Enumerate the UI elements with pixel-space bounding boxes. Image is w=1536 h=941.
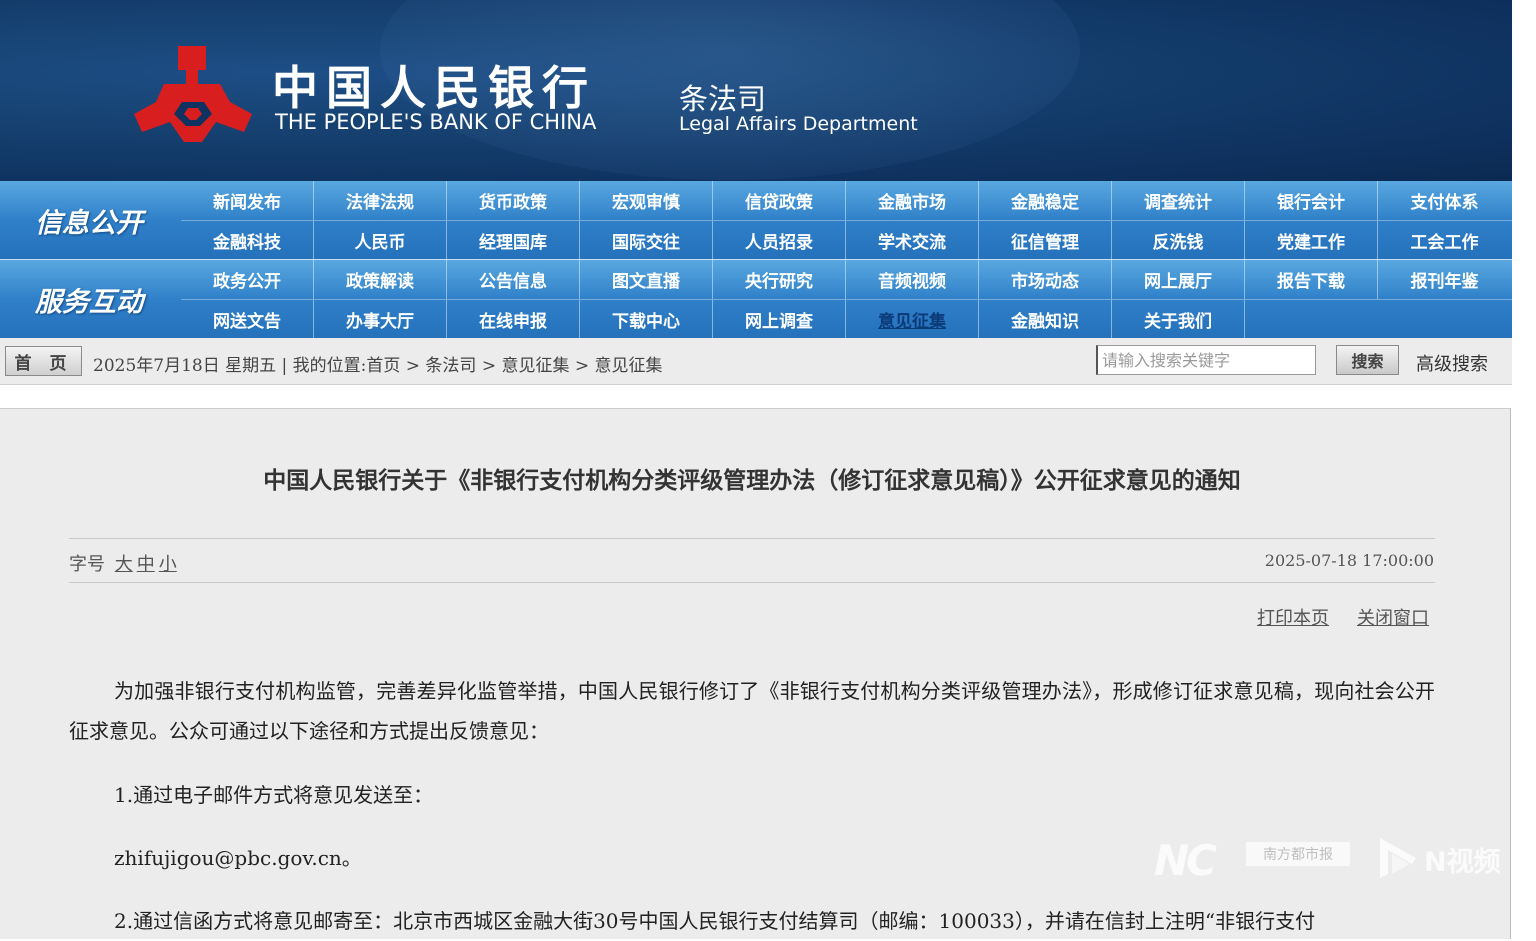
- nav-item[interactable]: 国际交往: [580, 221, 713, 260]
- pbc-logo-icon: [134, 46, 252, 142]
- nav-item[interactable]: 网上展厅: [1112, 260, 1245, 299]
- nav-item[interactable]: 人员招录: [713, 221, 846, 260]
- nav-item[interactable]: 宏观审慎: [580, 181, 713, 220]
- info-disclosure-nav: 信息公开 新闻发布 法律法规 货币政策 宏观审慎 信贷政策 金融市场 金融稳定 …: [0, 181, 1512, 260]
- font-medium-button[interactable]: 中: [137, 554, 155, 575]
- site-header: 中国人民银行 THE PEOPLE'S BANK OF CHINA 条法司 Le…: [0, 0, 1512, 181]
- bank-name-en: THE PEOPLE'S BANK OF CHINA: [275, 110, 597, 134]
- nav-item-empty: [1245, 300, 1378, 339]
- newspaper-label: 南方都市报: [1246, 842, 1350, 866]
- article-paragraph: 2.通过信函方式将意见邮寄至：北京市西城区金融大街30号中国人民银行支付结算司（…: [114, 909, 1316, 933]
- nav-item-active[interactable]: 意见征集: [846, 300, 979, 339]
- nav-item[interactable]: 网送文告: [181, 300, 314, 339]
- dept-name-cn: 条法司: [679, 82, 767, 116]
- video-play-icon: [1380, 838, 1416, 878]
- article-paragraph: 1.通过电子邮件方式将意见发送至：: [114, 783, 434, 807]
- nav-item[interactable]: 学术交流: [846, 221, 979, 260]
- nav-item[interactable]: 金融稳定: [979, 181, 1112, 220]
- nav-item[interactable]: 反洗钱: [1112, 221, 1245, 260]
- bank-name-cn: 中国人民银行: [272, 61, 596, 115]
- publish-date: 2025-07-18 17:00:00: [1264, 551, 1434, 570]
- nav-item[interactable]: 调查统计: [1112, 181, 1245, 220]
- nav-item[interactable]: 征信管理: [979, 221, 1112, 260]
- service-nav-row-1: 政务公开 政策解读 公告信息 图文直播 央行研究 音频视频 市场动态 网上展厅 …: [181, 260, 1512, 299]
- nav-item-empty: [1378, 300, 1511, 339]
- nav-item[interactable]: 政务公开: [181, 260, 314, 299]
- font-small-button[interactable]: 小: [159, 554, 177, 575]
- search-button[interactable]: 搜索: [1336, 345, 1399, 375]
- nav-item[interactable]: 音频视频: [846, 260, 979, 299]
- nav-item[interactable]: 金融科技: [181, 221, 314, 260]
- nav-item[interactable]: 金融知识: [979, 300, 1112, 339]
- nc-logo: NC: [1154, 836, 1217, 885]
- nav-item[interactable]: 图文直播: [580, 260, 713, 299]
- nav-item[interactable]: 经理国库: [447, 221, 580, 260]
- nav-item[interactable]: 办事大厅: [314, 300, 447, 339]
- info-nav-row-1: 新闻发布 法律法规 货币政策 宏观审慎 信贷政策 金融市场 金融稳定 调查统计 …: [181, 181, 1512, 220]
- nav-item[interactable]: 市场动态: [979, 260, 1112, 299]
- nav-item[interactable]: 信贷政策: [713, 181, 846, 220]
- nav-item[interactable]: 新闻发布: [181, 181, 314, 220]
- service-interaction-nav: 服务互动 政务公开 政策解读 公告信息 图文直播 央行研究 音频视频 市场动态 …: [0, 260, 1512, 339]
- nav-item[interactable]: 党建工作: [1245, 221, 1378, 260]
- nav-item[interactable]: 报告下载: [1245, 260, 1378, 299]
- divider: [69, 582, 1435, 583]
- font-size-label: 字号: [69, 554, 105, 575]
- print-page-link[interactable]: 打印本页: [1257, 604, 1329, 630]
- search-input[interactable]: [1096, 345, 1316, 375]
- nav-item[interactable]: 法律法规: [314, 181, 447, 220]
- nav-item[interactable]: 人民币: [314, 221, 447, 260]
- nav-item[interactable]: 货币政策: [447, 181, 580, 220]
- nav-item[interactable]: 报刊年鉴: [1378, 260, 1511, 299]
- info-nav-row-2: 金融科技 人民币 经理国库 国际交往 人员招录 学术交流 征信管理 反洗钱 党建…: [181, 220, 1512, 260]
- breadcrumb-bar: 首 页 2025年7月18日 星期五 | 我的位置:首页 > 条法司 > 意见征…: [0, 338, 1512, 385]
- nav-item[interactable]: 工会工作: [1378, 221, 1511, 260]
- nav-item[interactable]: 金融市场: [846, 181, 979, 220]
- advanced-search-link[interactable]: 高级搜索: [1416, 350, 1488, 376]
- nav-item[interactable]: 公告信息: [447, 260, 580, 299]
- nav-item[interactable]: 下载中心: [580, 300, 713, 339]
- breadcrumb: 2025年7月18日 星期五 | 我的位置:首页 > 条法司 > 意见征集 > …: [93, 356, 663, 376]
- nav-item[interactable]: 支付体系: [1378, 181, 1511, 220]
- nav-item[interactable]: 网上调查: [713, 300, 846, 339]
- service-nav-row-2: 网送文告 办事大厅 在线申报 下载中心 网上调查 意见征集 金融知识 关于我们: [181, 299, 1512, 339]
- nav-item[interactable]: 央行研究: [713, 260, 846, 299]
- font-size-controls: 字号 大中小: [69, 550, 177, 576]
- font-large-button[interactable]: 大: [115, 554, 133, 575]
- dept-name-en: Legal Affairs Department: [679, 113, 918, 135]
- divider: [69, 538, 1435, 539]
- news-watermark: NC 南方都市报 N视频: [1154, 834, 1510, 886]
- nav-item[interactable]: 银行会计: [1245, 181, 1378, 220]
- close-window-link[interactable]: 关闭窗口: [1357, 604, 1429, 630]
- info-disclosure-label: 信息公开: [35, 207, 143, 239]
- page-title: 中国人民银行关于《非银行支付机构分类评级管理办法（修订征求意见稿）》公开征求意见…: [263, 467, 1241, 494]
- service-interaction-label: 服务互动: [35, 286, 143, 318]
- video-brand-label: N视频: [1424, 847, 1501, 878]
- nav-item[interactable]: 在线申报: [447, 300, 580, 339]
- home-button[interactable]: 首 页: [5, 346, 82, 376]
- article-paragraph: 为加强非银行支付机构监管，完善差异化监管举措，中国人民银行修订了《非银行支付机构…: [69, 679, 1435, 743]
- nav-item[interactable]: 关于我们: [1112, 300, 1245, 339]
- nav-item[interactable]: 政策解读: [314, 260, 447, 299]
